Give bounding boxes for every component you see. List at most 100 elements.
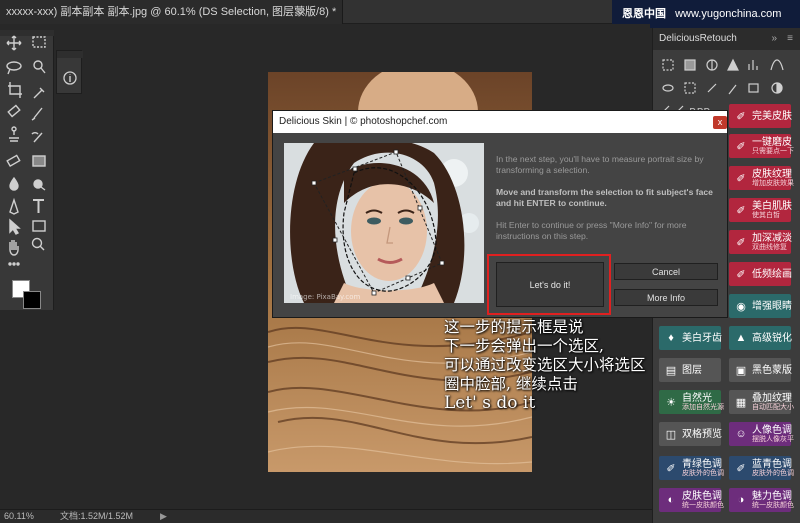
panel-button-label: 美白肌肤 [752, 200, 792, 212]
brush-icon: ✐ [736, 236, 746, 249]
move-tool-icon[interactable] [6, 35, 22, 51]
panel-button-label: 人像色调 [752, 424, 792, 436]
document-tab[interactable]: xxxxx-xxx) 副本副本 副本.jpg @ 60.1% (DS Selec… [0, 0, 344, 24]
status-menu-arrow-icon[interactable]: ▶ [160, 510, 167, 523]
blur-tool-icon[interactable] [9, 176, 19, 191]
crop-tool-icon[interactable] [8, 82, 22, 98]
gradient-tool-icon[interactable] [32, 155, 46, 167]
lasso-icon[interactable] [662, 84, 674, 92]
status-bar: 60.11% 文档:1.52M/1.52M ▶ [0, 509, 652, 523]
more-tools-icon[interactable] [8, 262, 20, 266]
dodge-tool-icon[interactable] [33, 179, 46, 191]
dialog-title: Delicious Skin | © photoshopchef.com [273, 111, 727, 133]
brightness-icon[interactable] [706, 59, 718, 71]
highlight-box [487, 254, 611, 315]
type-tool-icon[interactable] [33, 199, 44, 213]
histogram-icon[interactable] [770, 59, 784, 71]
dialog-text-instruction: Move and transform the selection to fit … [496, 187, 713, 208]
annotation-line-2: 下一步会弹出一个选区, [444, 337, 604, 355]
panel-button-8[interactable]: ▲ 高级锐化 [729, 326, 792, 350]
panel-title-bar: DeliciousRetouch » ≡ [653, 28, 800, 50]
panel-button-10[interactable]: ▣ 黑色蒙版 [729, 358, 792, 382]
panel-button-label: 低频绘画 [752, 268, 792, 280]
panel-button-16[interactable]: ✐ 蓝青色调 皮肤外的色调 [729, 456, 794, 480]
panel-button-label: 叠加纹理 [752, 392, 792, 404]
panel-button-label: 双格预览 [682, 428, 722, 440]
marquee-icon[interactable] [684, 82, 696, 94]
panel-button-label: 皮肤纹理 [752, 168, 792, 180]
charm-icon: ◑ [737, 494, 745, 506]
brush-icon: ✐ [736, 172, 746, 185]
brush-icon: ✐ [736, 462, 746, 475]
tools-icons [6, 35, 46, 266]
background-color-swatch[interactable] [23, 291, 41, 309]
gradient-icon[interactable] [684, 59, 696, 71]
panel-button-sublabel: 增加皮肤效果 [752, 179, 794, 187]
lasso-tool-icon[interactable] [6, 61, 22, 75]
contrast-icon[interactable] [771, 82, 783, 94]
panel-menu-icon[interactable]: ≡ [787, 28, 793, 50]
brush-icon: ✐ [736, 204, 746, 217]
eraser-tool-icon[interactable] [6, 154, 21, 168]
panel-button-label: 皮肤色调 [682, 490, 722, 502]
marquee-tool-icon[interactable] [32, 36, 46, 48]
watermark-url: www.yugonchina.com [675, 8, 782, 20]
history-brush-tool-icon[interactable] [31, 132, 43, 143]
zoom-tool-icon[interactable] [31, 237, 45, 251]
texture-icon: ▦ [735, 396, 747, 409]
panel-button-sublabel: 自动匹配大小 [752, 403, 794, 411]
quick-select-tool-icon[interactable] [33, 60, 46, 74]
shape-tool-icon[interactable] [32, 220, 46, 232]
brush-tool-icon[interactable] [31, 107, 43, 121]
panel-button-0[interactable]: ✐ 完美皮肤 [729, 104, 792, 128]
dialog-close-button[interactable]: x [713, 116, 727, 129]
zoom-level[interactable]: 60.11% [4, 510, 34, 523]
cancel-button[interactable]: Cancel [614, 263, 718, 280]
close-tab-icon[interactable]: × [299, 0, 306, 24]
panel-button-13[interactable]: ◫ 双格预览 [659, 422, 722, 446]
triangle-icon[interactable] [727, 58, 739, 71]
levels-icon[interactable] [748, 60, 758, 70]
pen-tool-icon[interactable] [9, 197, 19, 215]
skin-icon: ◐ [667, 494, 675, 506]
photoshop-window: xxxxx-xxx) 副本副本 副本.jpg @ 60.1% (DS Selec… [0, 0, 800, 523]
transform-icon[interactable] [662, 59, 674, 71]
panel-button-1[interactable]: ✐ 一键磨皮 只需要点一下 [729, 134, 794, 158]
panel-button-5[interactable]: ✐ 低频绘画 [729, 262, 792, 286]
panel-button-label: 一键磨皮 [752, 136, 792, 148]
tools-panel [0, 30, 54, 310]
face-selection-illustration: Image: PixaBay.com [284, 143, 484, 303]
info-mini-panel [56, 50, 83, 95]
panel-button-12[interactable]: ▦ 叠加纹理 自动匹配大小 [729, 390, 794, 414]
healing-tool-icon[interactable] [7, 104, 21, 118]
path-select-tool-icon[interactable] [9, 218, 21, 235]
panel-button-18[interactable]: ◑ 魅力色调 统一皮肤颜色 [729, 488, 794, 512]
eyedropper-tool-icon[interactable] [33, 87, 45, 99]
annotation-english: Let' s do it [444, 393, 536, 413]
panel-button-14[interactable]: ☺ 人像色调 摆脱人像灰平 [729, 422, 794, 446]
panel-button-15[interactable]: ✐ 青绿色调 皮肤外的色调 [659, 456, 724, 480]
panel-button-3[interactable]: ✐ 美白肌肤 使其白皙 [729, 198, 792, 222]
collapse-panel-icon[interactable]: » [771, 28, 777, 50]
healing-icon[interactable] [707, 83, 717, 93]
panel-button-2[interactable]: ✐ 皮肤纹理 增加皮肤效果 [729, 166, 794, 190]
eraser-icon[interactable] [748, 83, 759, 93]
dialog-instructions: In the next step, you'll have to measure… [496, 154, 716, 253]
tutorial-annotation: 这一步的提示框是说 下一步会弹出一个选区, 可以通过改变选区大小将选区 圈中脸部… [444, 318, 704, 413]
panel-button-17[interactable]: ◐ 皮肤色调 统一皮肤颜色 [659, 488, 724, 512]
preview-icon: ◫ [665, 428, 677, 441]
mask-icon: ▣ [735, 364, 747, 377]
stamp-tool-icon[interactable] [9, 126, 19, 142]
panel-button-6[interactable]: ◉ 增强眼睛 [729, 294, 792, 318]
brush-icon[interactable] [728, 84, 737, 95]
more-info-button[interactable]: More Info [614, 289, 718, 306]
panel-button-sublabel: 使其白皙 [752, 211, 780, 219]
panel-button-4[interactable]: ✐ 加深减淡 双曲线修复 [729, 230, 792, 254]
mini-panel-grip[interactable] [57, 51, 83, 58]
brush-icon: ✐ [736, 268, 746, 281]
image-credit: Image: PixaBay.com [290, 293, 361, 301]
info-icon[interactable] [57, 59, 83, 95]
panel-button-label: 魅力色调 [752, 490, 792, 502]
panel-title: DeliciousRetouch [659, 33, 737, 44]
hand-tool-icon[interactable] [9, 240, 19, 256]
